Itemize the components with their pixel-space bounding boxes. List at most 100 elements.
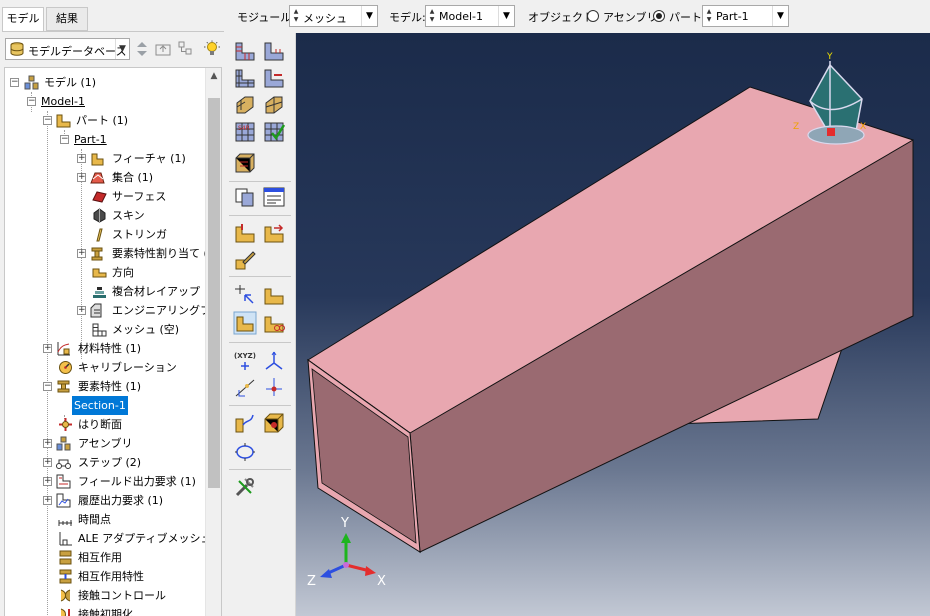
tree-label: ステップ (2) [78,456,142,469]
folder-up-icon[interactable] [154,40,172,58]
tab-model[interactable]: モデル [2,7,44,32]
stringer-icon [96,228,103,242]
tree-label: 複合材レイアップ [112,285,200,298]
skin-icon [93,208,106,223]
orientation-icon [92,268,107,278]
csys-x-label: X [377,574,386,589]
triad-x-label: X [860,122,866,132]
tree-label: サーフェス [112,190,167,203]
mesh-region-icon[interactable] [262,93,286,117]
expand-icon[interactable]: + [77,154,86,163]
step-icon [56,459,71,469]
expand-icon[interactable]: + [43,344,52,353]
virtual-topology-icon[interactable] [233,440,257,464]
collapse-icon[interactable]: − [60,135,69,144]
scroll-up-icon[interactable]: ▲ [206,68,221,84]
chevron-down-icon[interactable]: ▼ [361,6,377,26]
tree-scrollbar[interactable]: ▲ [205,68,221,616]
associate-geometry-icon[interactable] [233,311,257,335]
model-tree-panel: モデル 結果 モデルデータベース ▼ − モデル (1) − Model-1 −… [0,0,225,616]
datum-csys-icon[interactable] [262,349,286,373]
model-tree[interactable]: − モデル (1) − Model-1 − パート (1) − Part-1 +… [4,67,222,616]
tab-results[interactable]: 結果 [46,7,88,31]
partition-cell-icon[interactable] [233,151,257,175]
collapse-icon[interactable]: − [10,78,19,87]
partition-cell-extrude-icon[interactable] [262,411,286,435]
module-combo[interactable]: ▲ ▼ メッシュ ▼ [289,5,378,27]
part-icon [56,114,71,128]
expand-icon[interactable]: + [43,496,52,505]
assign-sar-icon[interactable]: S4R [233,120,257,144]
spin-arrows-icon[interactable]: ▲ ▼ [705,8,713,24]
verify-mesh-icon[interactable] [262,120,286,144]
collapse-icon[interactable]: − [43,116,52,125]
chevron-down-icon[interactable]: ▼ [115,39,129,59]
up-down-arrows-icon[interactable] [133,40,151,58]
section-icon [57,380,70,393]
surface-icon [92,191,107,203]
chevron-down-icon[interactable]: ▼ [498,6,514,26]
expand-icon[interactable]: + [43,439,52,448]
tools-icon[interactable] [233,475,257,499]
collapse-icon[interactable]: − [27,97,36,106]
part-radio[interactable] [653,10,665,22]
chevron-down-icon[interactable]: ▼ [772,6,788,26]
tree-label: Part-1 [74,133,107,146]
csys-y-label: Y [340,516,349,531]
calibration-icon [59,361,72,374]
edit-mesh-arrow-icon[interactable] [262,221,286,245]
mesh-icon [92,323,107,337]
seed-part-icon[interactable] [233,39,257,63]
xyz-csys-icon[interactable]: (XYZ) [233,349,257,373]
collapse-icon[interactable]: − [43,382,52,391]
graphics-viewport[interactable]: Y Z X Y X Z [296,33,930,616]
partition-face-icon[interactable] [233,411,257,435]
model-combo[interactable]: ▲ ▼ Model-1 ▼ [425,5,515,27]
assembly-radio[interactable] [587,10,599,22]
model-cube-icon [24,75,39,90]
tree-label: 材料特性 (1) [78,342,142,355]
mesh-controls-icon[interactable] [233,66,257,90]
tree-label: 要素特性割り当て ( [112,247,208,260]
part-plane-icon[interactable] [262,283,286,307]
mesh-part-icon[interactable] [233,93,257,117]
profile-icon [59,418,72,431]
spin-arrows-icon[interactable]: ▲ ▼ [292,8,300,24]
datum-point-icon[interactable] [262,375,286,399]
sketch-edit-icon[interactable] [233,248,257,272]
ale-icon [59,532,72,546]
part-value: Part-1 [716,10,749,23]
create-mesh-part-icon[interactable] [233,185,257,209]
tree-label: キャリブレーション [78,361,177,374]
expand-icon[interactable]: + [43,458,52,467]
seed-edge-icon[interactable] [262,39,286,63]
contact-init-icon [60,608,70,616]
tree-label: 相互作用特性 [78,570,144,583]
time-points-icon [58,520,72,526]
database-combo-value: モデルデータベース [28,45,127,58]
select-edge-icon[interactable] [233,283,257,307]
database-combo[interactable]: モデルデータベース ▼ [5,38,130,60]
expand-icon[interactable]: + [77,249,86,258]
lightbulb-icon[interactable] [203,40,221,58]
spin-arrows-icon[interactable]: ▲ ▼ [428,8,436,24]
edit-mesh-icon[interactable] [233,221,257,245]
tree-label: モデル (1) [44,76,97,89]
part-render[interactable]: Y Z X Y X Z [296,33,930,616]
element-type-icon[interactable] [262,66,286,90]
tree-label: Section-1 [72,396,128,415]
module-value: メッシュ [303,12,347,25]
expand-icon[interactable]: + [43,477,52,486]
tree-filter-icon[interactable] [177,40,195,58]
tree-label: 履歴出力要求 (1) [78,494,164,507]
expand-icon[interactable]: + [77,306,86,315]
tree-label: ALE アダプティブメッシュ拘束 [78,532,222,545]
scrollbar-thumb[interactable] [208,98,220,488]
delete-mesh-icon[interactable] [262,311,286,335]
field-output-icon [56,474,71,489]
datum-axis-icon[interactable] [233,375,257,399]
expand-icon[interactable]: + [77,173,86,182]
part-combo[interactable]: ▲ ▼ Part-1 ▼ [702,5,789,27]
part-radio-label: パート: [669,11,706,24]
query-mesh-icon[interactable] [262,185,286,209]
